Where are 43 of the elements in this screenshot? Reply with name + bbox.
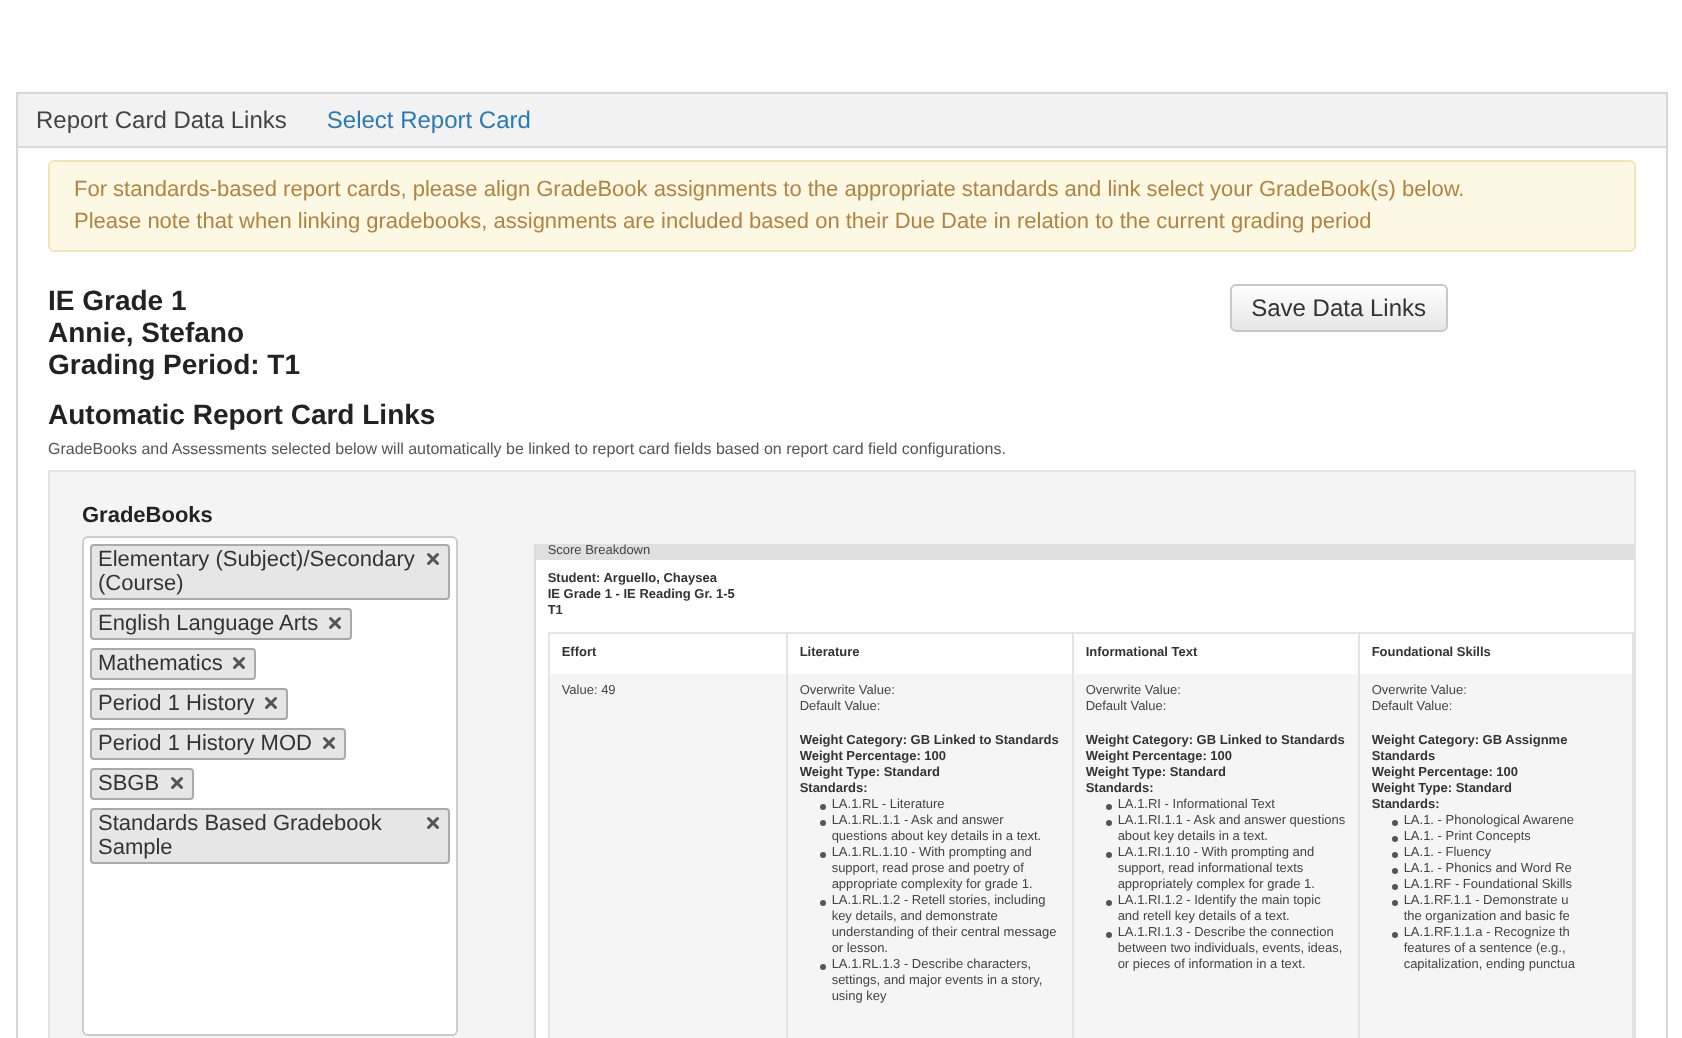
gradebook-tag[interactable]: Standards Based Gradebook Sample: [90, 808, 450, 864]
bullet-icon: [1391, 852, 1398, 858]
select-report-card-link[interactable]: Select Report Card: [326, 101, 531, 138]
remove-icon[interactable]: [319, 734, 338, 752]
remove-icon[interactable]: [262, 694, 281, 712]
gradebook-select[interactable]: Elementary (Subject)/Secondary (Course) English Language Arts Mathematics Period 1 History Period 1 History MOD SBGB Standards Based Gradebook Sample: [82, 536, 458, 1036]
gradebook-tag[interactable]: Elementary (Subject)/Secondary (Course): [90, 544, 450, 600]
info-heading: Grading Period: T1: [48, 347, 301, 379]
gradebook-tag[interactable]: English Language Arts: [90, 608, 353, 640]
section-subtitle: GradeBooks and Assessments selected below will automatically be linked to report card fields based on report card field configurations.: [48, 437, 1008, 461]
remove-icon[interactable]: [167, 774, 186, 792]
remove-icon[interactable]: [326, 614, 345, 632]
section-title: Automatic Report Card Links: [48, 397, 438, 429]
bullet-icon: [1391, 884, 1398, 890]
page-title: Report Card Data Links: [36, 103, 287, 138]
bullet-icon: [1391, 820, 1398, 826]
bullet-icon: [819, 964, 826, 970]
bullet-icon: [1105, 804, 1112, 810]
gradebooks-label: GradeBooks: [82, 501, 215, 531]
bullet-icon: [819, 852, 826, 858]
info-heading: Annie, Stefano: [48, 315, 247, 347]
bullet-icon: [1105, 932, 1112, 938]
alert-text: For standards-based report cards, please align GradeBook assignments to the appropriate standards and link select your GradeBook(s) below.: [74, 175, 1467, 205]
bullet-icon: [1391, 932, 1398, 938]
remove-icon[interactable]: [230, 654, 249, 672]
info-heading: IE Grade 1: [48, 283, 189, 315]
bullet-icon: [1105, 820, 1112, 826]
bullet-icon: [819, 804, 826, 810]
gradebook-tag[interactable]: Period 1 History MOD: [90, 728, 346, 760]
bullet-icon: [819, 820, 826, 826]
save-data-links-button[interactable]: Save Data Links: [1229, 283, 1448, 331]
alert-text: Please note that when linking gradebooks, assignments are included based on their Due Date in relation to the current grading period: [74, 207, 1374, 237]
gradebook-tag[interactable]: SBGB: [90, 768, 194, 800]
bullet-icon: [1391, 900, 1398, 906]
bullet-icon: [1105, 852, 1112, 858]
bullet-icon: [1391, 836, 1398, 842]
bullet-icon: [819, 900, 826, 906]
gradebook-tag[interactable]: Period 1 History: [90, 688, 289, 720]
gradebook-tag[interactable]: Mathematics: [90, 648, 257, 680]
remove-icon[interactable]: [423, 814, 442, 832]
remove-icon[interactable]: [423, 550, 442, 568]
bullet-icon: [1105, 900, 1112, 906]
bullet-icon: [1391, 868, 1398, 874]
